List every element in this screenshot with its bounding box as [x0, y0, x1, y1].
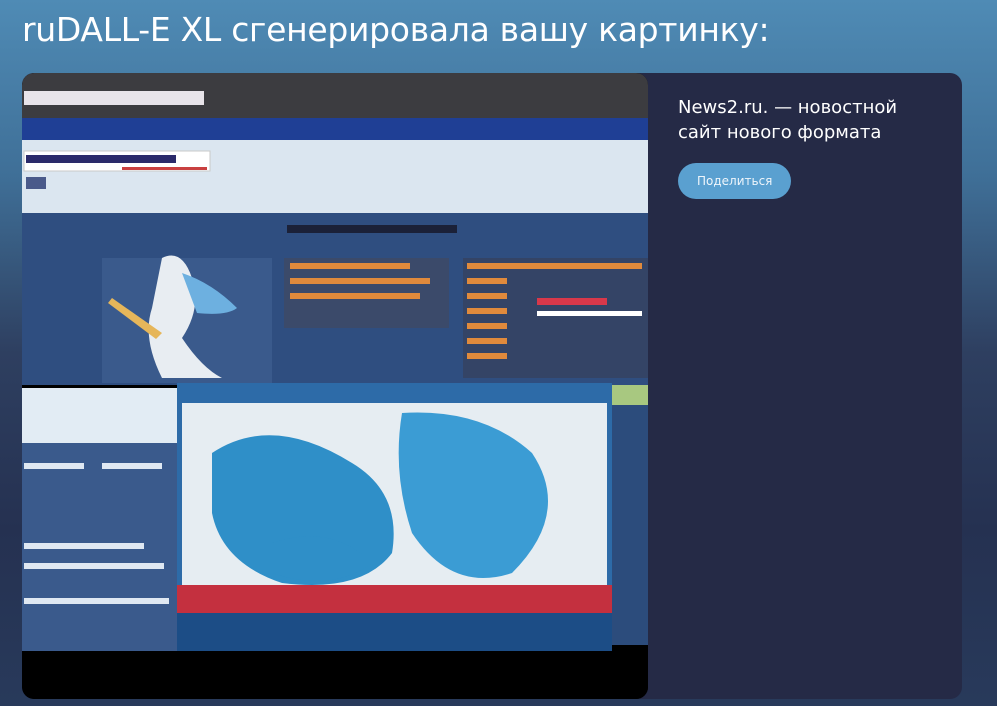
side-panel: News2.ru. — новостной сайт нового формат… [678, 95, 938, 199]
generated-picture-art [22, 73, 648, 699]
source-caption: News2.ru. — новостной сайт нового формат… [678, 97, 898, 143]
page-title: ruDALL-E XL сгенерировала вашу картинку: [22, 10, 770, 49]
result-card: News2.ru. — новостной сайт нового формат… [22, 73, 962, 699]
share-button[interactable]: Поделиться [678, 163, 792, 199]
generated-image[interactable] [22, 73, 648, 699]
